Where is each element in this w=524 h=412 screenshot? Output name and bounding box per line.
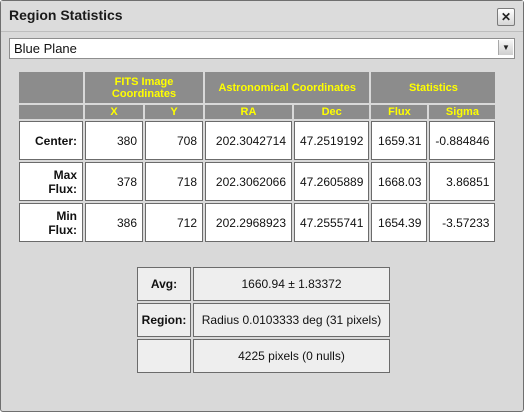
avg-label: Avg: xyxy=(137,267,191,301)
title-bar[interactable]: Region Statistics ✕ xyxy=(1,1,523,32)
table-row: Center: 380 708 202.3042714 47.2519192 1… xyxy=(19,121,496,160)
pixels-label-empty xyxy=(137,339,191,373)
column-header-flux: Flux xyxy=(371,105,428,119)
close-icon: ✕ xyxy=(500,10,512,24)
column-header-dec: Dec xyxy=(294,105,370,119)
cell-sigma: -3.57233 xyxy=(429,203,496,242)
row-label: Min Flux: xyxy=(19,203,83,242)
avg-value: 1660.94 ± 1.83372 xyxy=(193,267,390,301)
cell-flux: 1654.39 xyxy=(371,203,428,242)
cell-dec: 47.2605889 xyxy=(294,162,370,201)
cell-flux: 1659.31 xyxy=(371,121,428,160)
dialog-title: Region Statistics xyxy=(9,7,123,23)
chevron-down-icon[interactable]: ▼ xyxy=(498,40,513,55)
plane-select[interactable]: Blue Plane ▼ xyxy=(9,38,515,59)
cell-dec: 47.2519192 xyxy=(294,121,370,160)
row-label: Max Flux: xyxy=(19,162,83,201)
region-value: Radius 0.0103333 deg (31 pixels) xyxy=(193,303,390,337)
empty-corner-subheader xyxy=(19,105,83,119)
cell-ra: 202.2968923 xyxy=(205,203,292,242)
table-row: Min Flux: 386 712 202.2968923 47.2555741… xyxy=(19,203,496,242)
cell-flux: 1668.03 xyxy=(371,162,428,201)
astronomical-coordinates-header: Astronomical Coordinates xyxy=(205,72,370,103)
summary-row-region: Region: Radius 0.0103333 deg (31 pixels) xyxy=(137,303,390,337)
column-header-x: X xyxy=(85,105,143,119)
cell-ra: 202.3062066 xyxy=(205,162,292,201)
cell-dec: 47.2555741 xyxy=(294,203,370,242)
table-row: Max Flux: 378 718 202.3062066 47.2605889… xyxy=(19,162,496,201)
pixels-value: 4225 pixels (0 nulls) xyxy=(193,339,390,373)
summary-row-pixels: 4225 pixels (0 nulls) xyxy=(137,339,390,373)
column-header-ra: RA xyxy=(205,105,292,119)
summary-row-avg: Avg: 1660.94 ± 1.83372 xyxy=(137,267,390,301)
cell-y: 708 xyxy=(145,121,203,160)
plane-select-value: Blue Plane xyxy=(14,41,77,56)
cell-sigma: -0.884846 xyxy=(429,121,496,160)
empty-corner-header xyxy=(19,72,83,103)
row-label: Center: xyxy=(19,121,83,160)
statistics-table: FITS Image Coordinates Astronomical Coor… xyxy=(17,70,497,244)
cell-ra: 202.3042714 xyxy=(205,121,292,160)
summary-table: Avg: 1660.94 ± 1.83372 Region: Radius 0.… xyxy=(135,265,392,375)
column-header-y: Y xyxy=(145,105,203,119)
fits-coordinates-header: FITS Image Coordinates xyxy=(85,72,203,103)
close-button[interactable]: ✕ xyxy=(497,8,515,26)
cell-sigma: 3.86851 xyxy=(429,162,496,201)
cell-x: 380 xyxy=(85,121,143,160)
column-header-sigma: Sigma xyxy=(429,105,496,119)
region-label: Region: xyxy=(137,303,191,337)
cell-x: 386 xyxy=(85,203,143,242)
region-statistics-dialog: Region Statistics ✕ Blue Plane ▼ FITS Im… xyxy=(0,0,524,412)
statistics-header: Statistics xyxy=(371,72,496,103)
cell-x: 378 xyxy=(85,162,143,201)
cell-y: 718 xyxy=(145,162,203,201)
cell-y: 712 xyxy=(145,203,203,242)
